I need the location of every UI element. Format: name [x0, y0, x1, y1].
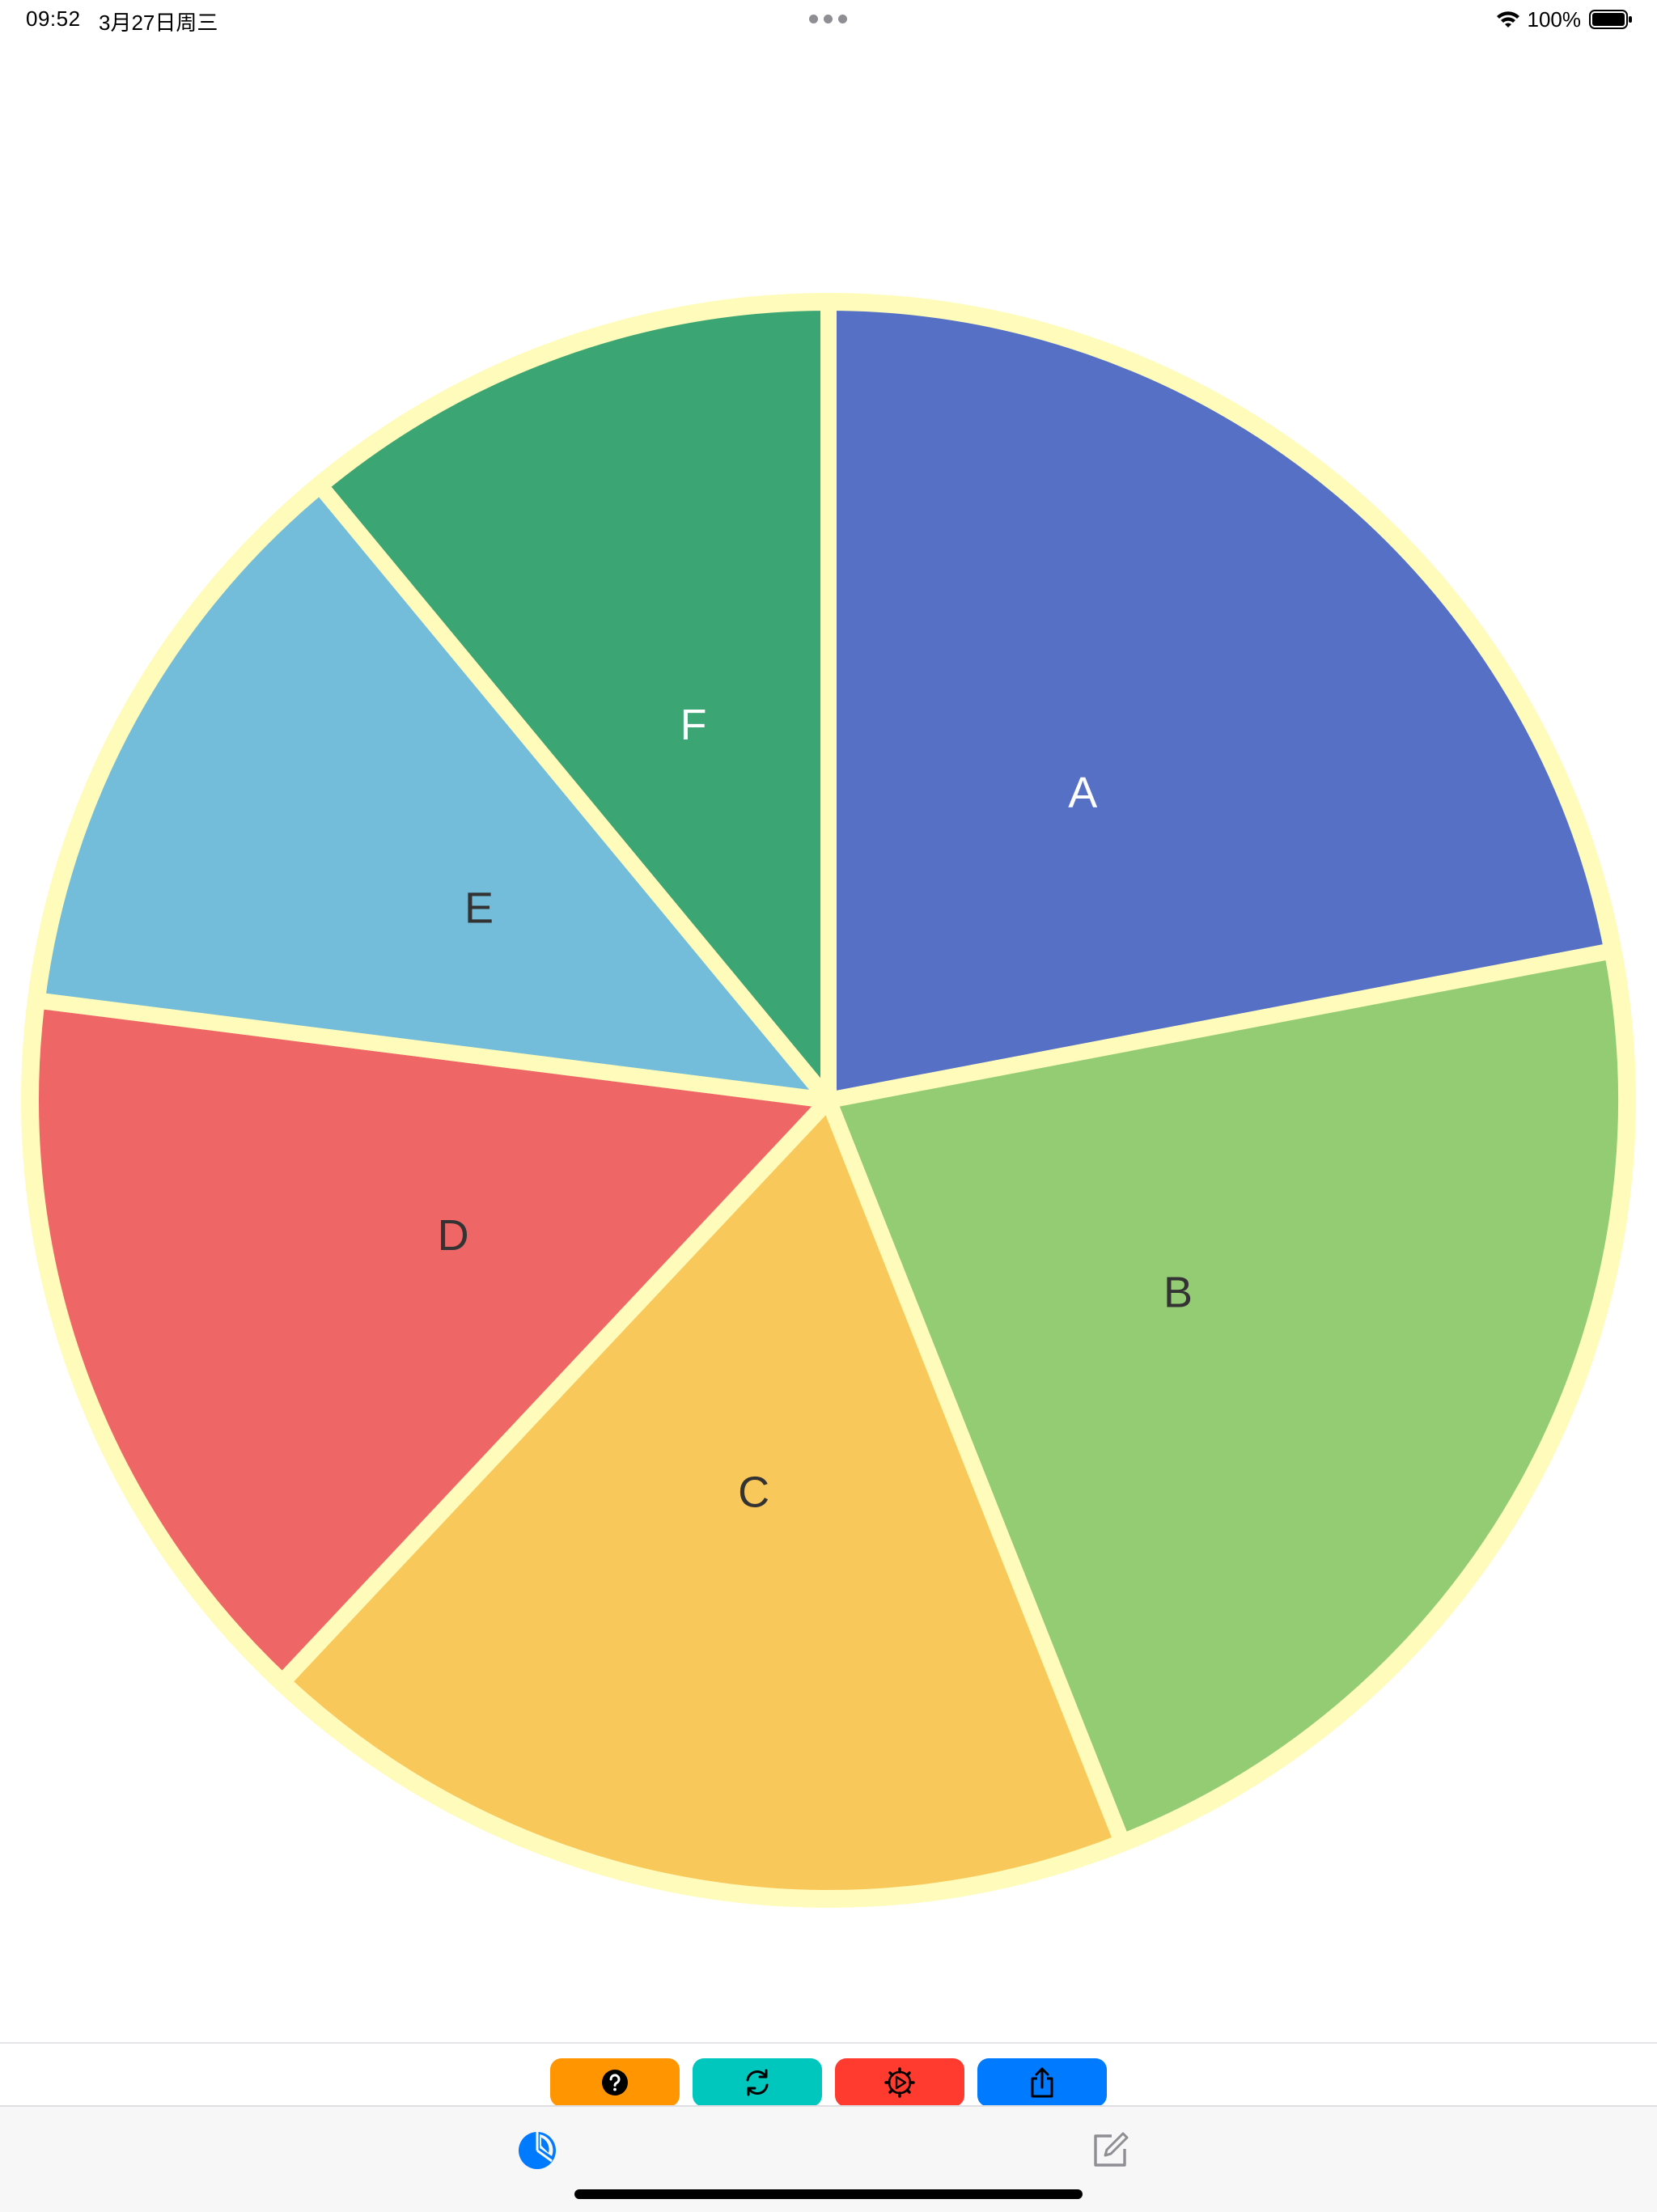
pie-slice-label-d: D	[438, 1211, 469, 1260]
action-bar	[0, 2042, 1657, 2107]
pie-slice-label-c: C	[738, 1468, 769, 1516]
tab-edit[interactable]	[1087, 2128, 1133, 2173]
refresh-arrows-icon	[746, 2069, 769, 2096]
pie-slice-label-e: E	[464, 884, 494, 932]
pie-slice-label-a: A	[1068, 769, 1097, 817]
home-indicator[interactable]	[574, 2189, 1083, 2199]
share-icon	[1031, 2067, 1053, 2098]
pie-chart-icon	[519, 2132, 556, 2169]
edit-icon	[1094, 2132, 1129, 2167]
question-circle-icon	[602, 2070, 628, 2095]
tab-chart[interactable]	[515, 2128, 560, 2173]
share-button[interactable]	[977, 2058, 1107, 2107]
help-button[interactable]	[550, 2058, 680, 2107]
pie-chart-area: A B C D E F	[0, 0, 1657, 2039]
pie-slice-label-b: B	[1163, 1269, 1193, 1317]
refresh-button[interactable]	[693, 2058, 822, 2107]
gear-play-icon	[884, 2067, 915, 2098]
pie-slice-label-f: F	[680, 701, 707, 749]
pie-chart[interactable]: A B C D E F	[0, 0, 1657, 2039]
settings-button[interactable]	[835, 2058, 964, 2107]
